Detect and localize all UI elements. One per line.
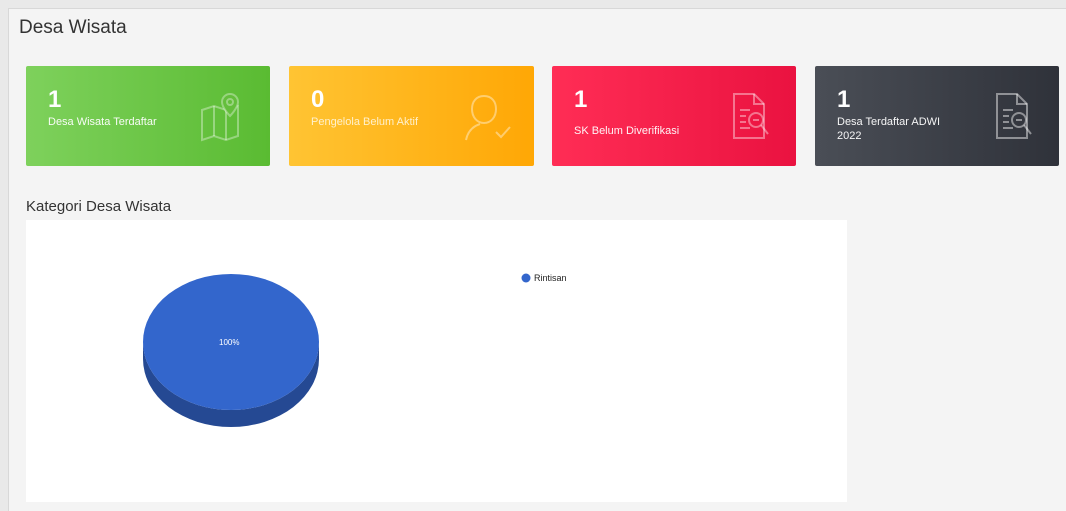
main-panel: Desa Wisata 1 Desa Wisata Terdaftar 0 Pe…: [8, 8, 1066, 511]
card-desa-terdaftar-adwi[interactable]: 1 Desa Terdaftar ADWI 2022: [815, 66, 1059, 166]
user-check-icon: [465, 94, 511, 141]
document-search-icon: [733, 93, 769, 139]
section-title: Kategori Desa Wisata: [26, 198, 172, 215]
legend-marker: [521, 273, 531, 283]
legend-label: Rintisan: [534, 273, 567, 283]
map-pin-icon: [201, 92, 240, 142]
pie-chart: 100% Rintisan: [143, 273, 567, 427]
card-value: 1: [837, 86, 851, 113]
card-label: Desa Terdaftar ADWI 2022: [837, 116, 941, 142]
pie-slice-label: 100%: [219, 338, 239, 347]
card-label: SK Belum Diverifikasi: [574, 125, 680, 137]
card-value: 1: [574, 86, 588, 113]
card-pengelola-belum-aktif[interactable]: 0 Pengelola Belum Aktif: [289, 66, 534, 166]
document-search-icon: [996, 93, 1032, 139]
card-value: 1: [48, 86, 62, 113]
card-value: 0: [311, 86, 325, 113]
pie-chart-container: 100% Rintisan: [26, 220, 847, 502]
card-desa-wisata-terdaftar[interactable]: 1 Desa Wisata Terdaftar: [26, 66, 270, 166]
card-label: Pengelola Belum Aktif: [311, 116, 419, 128]
card-label: Desa Wisata Terdaftar: [48, 116, 157, 128]
page-title: Desa Wisata: [19, 17, 127, 38]
card-sk-belum-diverifikasi[interactable]: 1 SK Belum Diverifikasi: [552, 66, 796, 166]
